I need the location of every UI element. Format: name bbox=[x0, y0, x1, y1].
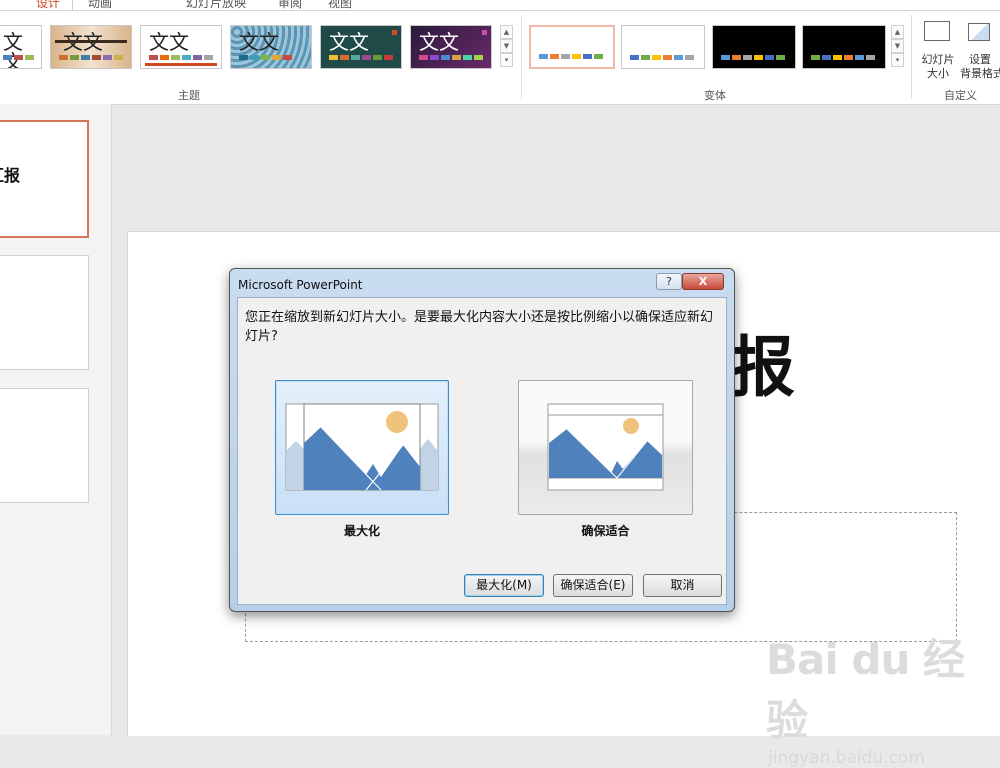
ribbon-design: 文文 文文 文文 文文 文文 文文 ▲ ▼ ▾ 主题 ▲ ▼ ▾ 变体 幻灯片 … bbox=[0, 10, 1000, 105]
slide-title[interactable]: 报 bbox=[729, 328, 795, 408]
ensure-fit-option-label: 确保适合 bbox=[581, 524, 630, 538]
tab-view[interactable]: 视图 bbox=[328, 0, 352, 10]
more-icon[interactable]: ▾ bbox=[891, 53, 904, 67]
slide-thumbnail-pane: 汇报 bbox=[0, 104, 112, 735]
group-separator bbox=[911, 15, 912, 99]
format-background-icon bbox=[968, 23, 990, 41]
theme-thumb-5[interactable]: 文文 bbox=[410, 25, 492, 69]
scale-dialog: Microsoft PowerPoint ? X 您正在缩放到新幻灯片大小。是要… bbox=[229, 268, 735, 612]
theme-thumb-title: 文文 bbox=[239, 30, 279, 54]
ensure-fit-illustration-icon bbox=[547, 403, 664, 491]
ribbon-tab-strip: 设计 动画 幻灯片放映 审阅 视图 bbox=[0, 0, 1000, 10]
tab-slideshow[interactable]: 幻灯片放映 bbox=[186, 0, 246, 10]
variant-thumb-0[interactable] bbox=[529, 25, 615, 69]
maximize-button[interactable]: 最大化(M) bbox=[464, 574, 544, 597]
theme-thumb-title: 文文 bbox=[329, 30, 369, 54]
maximize-illustration-icon bbox=[285, 403, 439, 491]
dialog-body: 您正在缩放到新幻灯片大小。是要最大化内容大小还是按比例缩小以确保适应新幻灯片? … bbox=[237, 297, 727, 605]
theme-thumb-2[interactable]: 文文 bbox=[140, 25, 222, 69]
scroll-down-icon[interactable]: ▼ bbox=[500, 39, 513, 53]
tab-review[interactable]: 审阅 bbox=[278, 0, 302, 10]
group-separator bbox=[521, 15, 522, 99]
close-icon[interactable]: X bbox=[682, 273, 724, 290]
tab-design[interactable]: 设计 bbox=[36, 0, 60, 10]
watermark-url: jingyan.baidu.com bbox=[768, 748, 925, 768]
format-background-label-2: 背景格式 bbox=[960, 67, 1000, 80]
slide-thumbnail-title: 汇报 bbox=[0, 166, 21, 185]
theme-thumb-4[interactable]: 文文 bbox=[320, 25, 402, 69]
group-label-themes: 主题 bbox=[178, 89, 200, 102]
scroll-down-icon[interactable]: ▼ bbox=[891, 39, 904, 53]
more-icon[interactable]: ▾ bbox=[500, 53, 513, 67]
slide-thumbnail-1[interactable]: 汇报 bbox=[0, 120, 89, 238]
theme-thumb-title: 文文 bbox=[149, 30, 189, 54]
group-label-variants: 变体 bbox=[704, 89, 726, 102]
variant-thumb-2[interactable] bbox=[712, 25, 796, 69]
cancel-button[interactable]: 取消 bbox=[643, 574, 722, 597]
maximize-option[interactable] bbox=[275, 380, 449, 515]
slide-size-icon bbox=[924, 21, 950, 41]
theme-thumb-1[interactable]: 文文 bbox=[50, 25, 132, 69]
scroll-up-icon[interactable]: ▲ bbox=[891, 25, 904, 39]
slide-thumbnail-2[interactable] bbox=[0, 255, 89, 370]
ensure-fit-button[interactable]: 确保适合(E) bbox=[553, 574, 633, 597]
ensure-fit-option[interactable] bbox=[518, 380, 693, 515]
theme-thumb-title: 文文 bbox=[3, 30, 23, 69]
format-background-label: 设置 bbox=[969, 53, 991, 66]
tab-divider bbox=[72, 0, 73, 10]
watermark: Bai du 经验 jingyan.baidu.com bbox=[766, 626, 1000, 768]
slide-thumbnail-3[interactable] bbox=[0, 388, 89, 503]
theme-thumb-3[interactable]: 文文 bbox=[230, 25, 312, 69]
format-background-button[interactable]: 设置 背景格式 bbox=[960, 15, 1000, 85]
maximize-option-label: 最大化 bbox=[343, 524, 380, 538]
watermark-logo: Bai du 经验 bbox=[766, 635, 965, 745]
group-label-customize: 自定义 bbox=[944, 89, 977, 102]
variants-scroll[interactable]: ▲ ▼ ▾ bbox=[891, 25, 904, 69]
variant-thumb-1[interactable] bbox=[621, 25, 705, 69]
slide-size-label: 幻灯片 bbox=[921, 53, 955, 66]
tab-animations[interactable]: 动画 bbox=[88, 0, 112, 10]
themes-scroll[interactable]: ▲ ▼ ▾ bbox=[500, 25, 513, 69]
slide-size-label-2: 大小 bbox=[927, 67, 949, 80]
theme-thumb-0[interactable]: 文文 bbox=[0, 25, 42, 69]
slide-size-button[interactable]: 幻灯片 大小 bbox=[918, 15, 958, 85]
dialog-message: 您正在缩放到新幻灯片大小。是要最大化内容大小还是按比例缩小以确保适应新幻灯片? bbox=[245, 310, 714, 344]
help-icon[interactable]: ? bbox=[656, 273, 682, 290]
theme-thumb-title: 文文 bbox=[419, 30, 459, 54]
dialog-title: Microsoft PowerPoint bbox=[238, 278, 363, 292]
scroll-up-icon[interactable]: ▲ bbox=[500, 25, 513, 39]
variant-thumb-3[interactable] bbox=[802, 25, 886, 69]
